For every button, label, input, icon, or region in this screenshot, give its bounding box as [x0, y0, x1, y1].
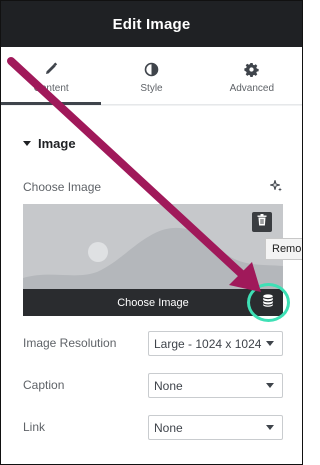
dynamic-tags-button[interactable] [257, 292, 279, 314]
remove-tooltip: Remo [265, 238, 302, 260]
link-select[interactable]: None [148, 415, 283, 440]
image-resolution-label: Image Resolution [23, 336, 117, 350]
gear-icon [244, 61, 260, 77]
tab-style-label: Style [140, 83, 163, 94]
trash-icon [257, 213, 267, 231]
pencil-icon [43, 61, 59, 77]
tab-style[interactable]: Style [101, 47, 201, 104]
caption-select[interactable]: None [148, 373, 283, 398]
tab-content[interactable]: Content [1, 47, 102, 105]
edit-image-panel: Edit Image Content Style Advanced Image … [0, 0, 303, 465]
database-icon [262, 294, 274, 312]
caption-value: None [154, 378, 183, 393]
remove-image-button[interactable] [252, 212, 272, 232]
choose-image-button[interactable]: Choose Image [23, 289, 283, 316]
caret-down-icon [23, 141, 31, 146]
choose-image-button-label: Choose Image [117, 296, 189, 309]
chevron-down-icon [266, 383, 274, 388]
sparkle-icon[interactable] [269, 179, 283, 193]
section-title: Image [38, 136, 76, 151]
image-resolution-select[interactable]: Large - 1024 x 1024 [148, 331, 283, 356]
chevron-down-icon [266, 425, 274, 430]
panel-title: Edit Image [112, 15, 191, 33]
choose-image-label: Choose Image [23, 180, 102, 194]
image-resolution-value: Large - 1024 x 1024 [154, 336, 262, 351]
tab-advanced-label: Advanced [229, 83, 275, 94]
half-circle-icon [143, 61, 159, 77]
tooltip-text: Remo [272, 243, 302, 255]
image-section-toggle[interactable]: Image [23, 136, 76, 151]
panel-header: Edit Image [1, 1, 302, 47]
tab-advanced[interactable]: Advanced [202, 47, 302, 104]
tab-bar: Content Style Advanced [1, 47, 302, 105]
image-section: Image Choose Image Choose Image Remo Ima… [1, 106, 302, 464]
link-value: None [154, 420, 183, 435]
tab-content-label: Content [33, 83, 69, 94]
chevron-down-icon [266, 341, 274, 346]
caption-label: Caption [23, 378, 65, 392]
link-label: Link [23, 420, 46, 434]
